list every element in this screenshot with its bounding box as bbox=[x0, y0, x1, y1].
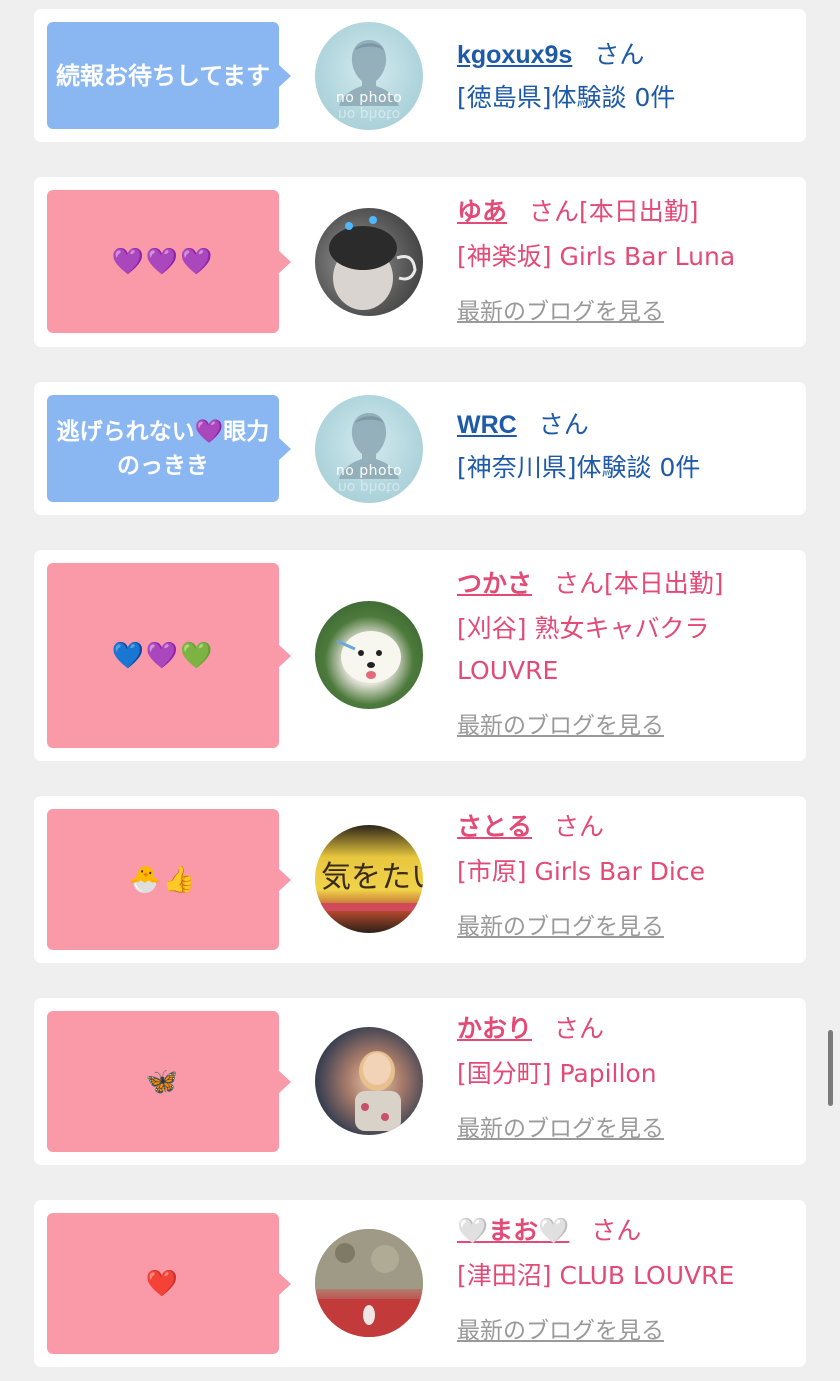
review-count: [神奈川県]体験談 0件 bbox=[457, 453, 701, 482]
name-line: かおり さん bbox=[457, 1011, 786, 1047]
list-item-kaori: 🦋 かおり さん [国分町] Papillon 最新のブログを見る bbox=[34, 998, 806, 1165]
svg-text:気をたい: 気をたい bbox=[321, 860, 423, 895]
shop-name: [神楽坂] Girls Bar Luna bbox=[457, 242, 736, 271]
name-line: WRC さん bbox=[457, 407, 786, 443]
comment-bubble: 逃げられない💜眼力のっきき bbox=[47, 395, 291, 502]
honorific: さん bbox=[554, 1014, 605, 1043]
latest-blog-link[interactable]: 最新のブログを見る bbox=[457, 706, 786, 740]
avatar-no-photo[interactable]: no photo no photo bbox=[315, 22, 423, 130]
name-line: 🤍まお🤍 さん bbox=[457, 1213, 786, 1249]
latest-blog-link[interactable]: 最新のブログを見る bbox=[457, 1311, 786, 1345]
name-line: kgoxux9s さん bbox=[457, 37, 786, 73]
list-item-tsukasa: 💙💜💚 つかさ さん[本日出勤] [刈谷] 熟女キャバクラ LOUVRE 最新のブ… bbox=[34, 550, 806, 761]
portrait-image bbox=[355, 1051, 401, 1131]
user-name-link[interactable]: kgoxux9s bbox=[457, 41, 572, 69]
latest-blog-link[interactable]: 最新のブログを見る bbox=[457, 907, 786, 941]
dog-image bbox=[336, 631, 401, 683]
comment-bubble: 🦋 bbox=[47, 1011, 291, 1152]
honorific: さん bbox=[529, 197, 580, 226]
comment-bubble: ❤️ bbox=[47, 1213, 291, 1354]
comment-bubble: 💙💜💚 bbox=[47, 563, 291, 748]
avatar-photo[interactable] bbox=[315, 601, 423, 709]
comment-bubble: 🐣👍 bbox=[47, 809, 291, 950]
shop-name: [国分町] Papillon bbox=[457, 1059, 657, 1088]
honorific: さん bbox=[594, 40, 645, 69]
status-badge: [本日出勤] bbox=[604, 569, 724, 598]
honorific: さん bbox=[591, 1216, 642, 1245]
shop-name-line1: [刈谷] 熟女キャバクラ bbox=[457, 614, 710, 643]
shop-name-line2: LOUVRE bbox=[457, 656, 559, 685]
no-photo-label: no photo bbox=[335, 90, 403, 106]
shop-name: [津田沼] CLUB LOUVRE bbox=[457, 1261, 735, 1290]
no-photo-reflection: no photo bbox=[337, 479, 401, 495]
user-name-link[interactable]: さとる bbox=[457, 813, 532, 841]
avatar-photo[interactable] bbox=[315, 1027, 423, 1135]
comment-bubble: 続報お待ちしてます bbox=[47, 22, 291, 129]
no-photo-reflection: no photo bbox=[337, 106, 401, 122]
name-line: ゆあ さん[本日出勤] bbox=[457, 194, 786, 230]
no-photo-label: no photo bbox=[335, 463, 403, 479]
avatar-no-photo[interactable]: no photo no photo bbox=[315, 395, 423, 503]
scrollbar-thumb[interactable] bbox=[828, 1030, 833, 1106]
sign-image: 気をたい bbox=[315, 860, 423, 911]
shop-name: [市原] Girls Bar Dice bbox=[457, 857, 705, 886]
list-item-kgoxux9s: 続報お待ちしてます no photo no photo kgoxux9s さん [… bbox=[34, 9, 806, 142]
list-item-mao: ❤️ 🤍まお🤍 さん [津田沼] CLUB LOUVRE 最新のブログを見る bbox=[34, 1200, 806, 1367]
shop-name: [刈谷] 熟女キャバクラ LOUVRE bbox=[457, 608, 786, 692]
user-name-link[interactable]: かおり bbox=[457, 1015, 532, 1043]
review-count: [徳島県]体験談 0件 bbox=[457, 83, 676, 112]
portrait-image bbox=[329, 216, 417, 310]
status-badge: [本日出勤] bbox=[579, 197, 699, 226]
latest-blog-link[interactable]: 最新のブログを見る bbox=[457, 292, 786, 326]
landscape-image bbox=[315, 1229, 423, 1337]
user-name-link[interactable]: ゆあ bbox=[457, 198, 507, 226]
name-line: つかさ さん[本日出勤] bbox=[457, 566, 786, 602]
avatar-photo[interactable] bbox=[315, 208, 423, 316]
comment-bubble: 💜💜💜 bbox=[47, 190, 291, 333]
honorific: さん bbox=[554, 812, 605, 841]
list-item-yua: 💜💜💜 ゆあ さん[本日出勤] [神楽坂] Girls Bar Luna 最新のブ… bbox=[34, 177, 806, 347]
list-item-satoru: 🐣👍 気をたい さとるさん [市原] Girls Bar Dice 最新のブログ… bbox=[34, 796, 806, 963]
user-name-link[interactable]: 🤍まお🤍 bbox=[457, 1217, 569, 1245]
user-name-link[interactable]: つかさ bbox=[457, 570, 532, 598]
avatar-photo[interactable]: 気をたい bbox=[315, 825, 423, 933]
honorific: さん bbox=[554, 569, 605, 598]
avatar-photo[interactable] bbox=[315, 1229, 423, 1337]
user-name-link[interactable]: WRC bbox=[457, 411, 517, 439]
name-line: さとる さん bbox=[457, 809, 786, 845]
list-item-wrc: 逃げられない💜眼力のっきき no photo no photo WRC さん [神… bbox=[34, 382, 806, 515]
honorific: さん bbox=[538, 410, 589, 439]
latest-blog-link[interactable]: 最新のブログを見る bbox=[457, 1109, 786, 1143]
